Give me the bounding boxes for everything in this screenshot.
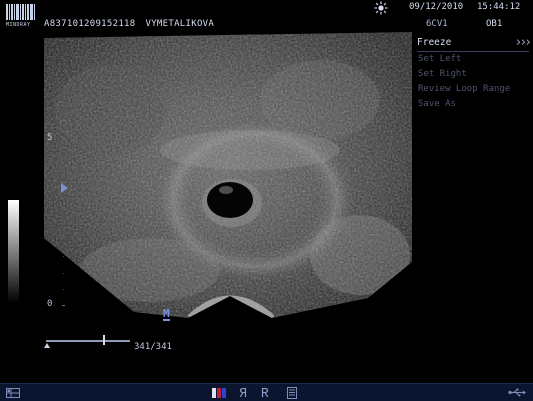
cine-position-cursor[interactable]: [102, 335, 105, 345]
depth-dot: [63, 239, 64, 240]
focus-marker-icon[interactable]: [61, 183, 68, 193]
menu-item-set-left[interactable]: Set Left: [418, 52, 529, 67]
depth-dot: [63, 50, 64, 51]
depth-label-5: 5: [47, 133, 53, 143]
depth-dot: [63, 256, 64, 257]
depth-dot: [63, 273, 64, 274]
menu-item-save-as[interactable]: Save As: [418, 97, 529, 112]
depth-dot: [63, 173, 64, 174]
patient-id: A837101209152118: [44, 19, 136, 29]
cine-progress-bar[interactable]: [46, 340, 130, 342]
depth-dot: [63, 222, 64, 223]
flip-icon[interactable]: Я: [236, 386, 250, 400]
menu-header: Freeze ›››: [417, 36, 533, 52]
exam-time: 15:44:12: [477, 2, 521, 12]
depth-dot: [63, 156, 64, 157]
patient-name: VYMETALIKOVA: [145, 19, 215, 29]
freeze-menu: Freeze ››› Set Left Set Right Review Loo…: [417, 36, 533, 112]
menu-title: Freeze: [417, 37, 452, 48]
exam-date: 09/12/2010: [409, 2, 464, 12]
depth-dot: [63, 289, 64, 290]
depth-tick-5: [62, 139, 65, 140]
depth-dot: [63, 206, 64, 207]
report-icon[interactable]: [285, 386, 299, 399]
orientation-mark: M: [163, 307, 170, 321]
depth-dot: [63, 100, 64, 101]
cine-frame-counter: 341/341: [134, 342, 172, 352]
cine-start-marker-icon[interactable]: [44, 343, 50, 348]
patient-info: A837101209152118 VYMETALIKOVA: [44, 19, 214, 29]
depth-label-0: 0: [47, 299, 53, 309]
exam-preset: OB1: [486, 19, 503, 29]
brand-name: MINDRAY: [6, 22, 31, 28]
depth-tick-0: [62, 305, 65, 306]
reverse-icon[interactable]: Я: [258, 386, 272, 400]
probe-name: 6CV1: [426, 19, 448, 29]
grid-icon[interactable]: [5, 386, 21, 399]
depth-dot: [63, 75, 64, 76]
color-bar-icon[interactable]: [210, 386, 228, 399]
logo-bars: [6, 4, 38, 20]
grayscale-bar: [8, 200, 19, 303]
bottom-taskbar: Я Я: [0, 383, 533, 401]
menu-item-set-right[interactable]: Set Right: [418, 67, 529, 82]
usb-icon[interactable]: [507, 386, 527, 399]
barcode-logo-icon: MINDRAY: [6, 4, 38, 32]
sun-icon: [374, 1, 388, 15]
menu-item-review-loop-range[interactable]: Review Loop Range: [418, 82, 529, 97]
double-chevron-right-icon[interactable]: ›››: [515, 36, 533, 49]
depth-dot: [63, 117, 64, 118]
